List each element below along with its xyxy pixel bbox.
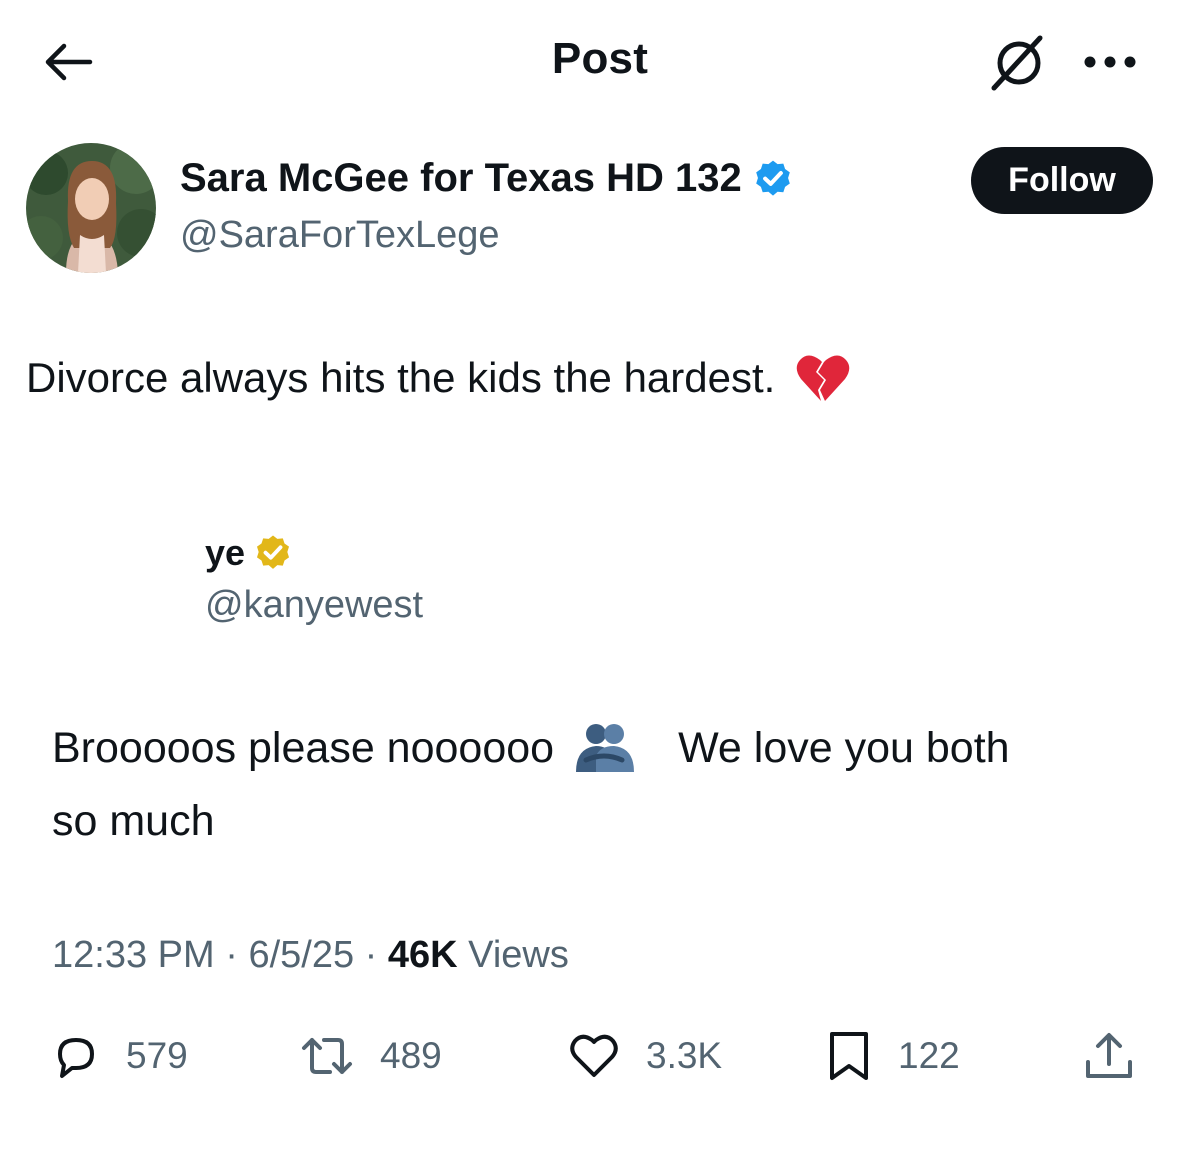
bookmark-button[interactable]: 122 bbox=[826, 1028, 960, 1084]
profile-photo-icon bbox=[26, 143, 156, 273]
views-count: 46K bbox=[387, 934, 458, 976]
post-date[interactable]: 6/5/25 bbox=[248, 934, 354, 976]
embedded-text-part-b: We love you both bbox=[678, 723, 1010, 772]
more-horizontal-icon bbox=[1084, 56, 1136, 68]
author-display-name[interactable]: Sara McGee for Texas HD 132 bbox=[180, 156, 794, 201]
repost-count: 489 bbox=[380, 1035, 442, 1076]
post-text: Divorce always hits the kids the hardest… bbox=[26, 352, 851, 404]
embedded-author-handle: @kanyewest bbox=[205, 584, 424, 626]
meta-separator: · bbox=[364, 934, 378, 976]
reply-button[interactable]: 579 bbox=[52, 1028, 188, 1084]
reply-icon bbox=[58, 1038, 94, 1078]
embedded-text-part-a: Brooooos please noooooo bbox=[52, 723, 555, 772]
author-handle[interactable]: @SaraForTexLege bbox=[180, 214, 500, 257]
post-text-content: Divorce always hits the kids the hardest… bbox=[26, 354, 776, 401]
bookmark-count: 122 bbox=[898, 1035, 960, 1076]
author-name-text: Sara McGee for Texas HD 132 bbox=[180, 156, 742, 200]
embedded-author-name: ye bbox=[205, 532, 293, 574]
meta-separator: · bbox=[225, 934, 238, 976]
embedded-text-line-1: Brooooos please noooooo We love you both bbox=[52, 722, 1010, 774]
post-time[interactable]: 12:33 PM bbox=[52, 934, 215, 976]
reply-count: 579 bbox=[126, 1035, 188, 1076]
views-label: Views bbox=[468, 934, 569, 976]
verified-badge-icon bbox=[755, 160, 790, 196]
more-options-button[interactable] bbox=[1080, 50, 1140, 74]
avatar[interactable] bbox=[26, 143, 156, 273]
follow-button[interactable]: Follow bbox=[971, 147, 1153, 214]
repost-button[interactable]: 489 bbox=[300, 1028, 442, 1084]
grok-icon bbox=[991, 35, 1043, 91]
verified-gold-badge-icon bbox=[257, 535, 290, 569]
post-meta: 12:33 PM · 6/5/25 · 46K Views bbox=[52, 934, 569, 977]
heart-icon bbox=[570, 1034, 618, 1077]
embedded-text-line-2: so much bbox=[52, 797, 215, 845]
like-button[interactable]: 3.3K bbox=[568, 1028, 722, 1084]
bookmark-icon bbox=[830, 1032, 868, 1080]
grok-button[interactable] bbox=[986, 30, 1050, 96]
like-count: 3.3K bbox=[646, 1035, 723, 1076]
embedded-name-text: ye bbox=[205, 532, 246, 573]
people-hugging-icon bbox=[576, 724, 635, 772]
share-button[interactable] bbox=[1082, 1028, 1136, 1084]
broken-heart-icon bbox=[797, 355, 850, 401]
repost-icon bbox=[302, 1038, 352, 1074]
share-icon bbox=[1086, 1033, 1132, 1078]
